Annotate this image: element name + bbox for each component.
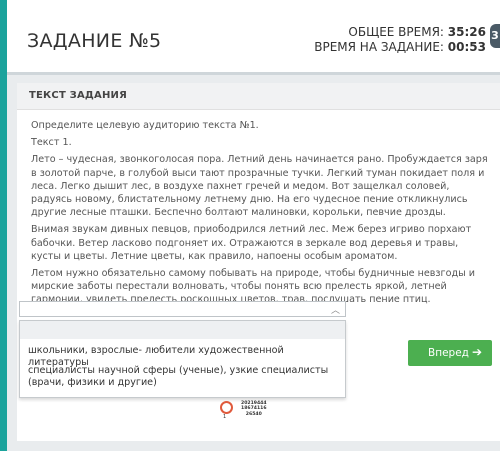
arrow-right-icon: ➔ xyxy=(471,345,482,359)
page-title: ЗАДАНИЕ №5 xyxy=(27,30,162,52)
paragraph-1: Лето – чудесная, звонкоголосая пора. Лет… xyxy=(31,154,488,219)
total-time: ОБЩЕЕ ВРЕМЯ: 35:26 xyxy=(314,25,486,40)
task-question: Определите целевую аудиторию текста №1. xyxy=(31,120,259,131)
timers: ОБЩЕЕ ВРЕМЯ: 35:26 ВРЕМЯ НА ЗАДАНИЕ: 00:… xyxy=(314,25,486,55)
answer-select[interactable]: ︿ xyxy=(19,301,346,317)
ring-icon xyxy=(220,401,233,414)
left-accent-bar xyxy=(0,0,7,451)
footer-small-number: 1 xyxy=(223,414,227,420)
next-button[interactable]: Вперед ➔ xyxy=(408,340,492,366)
page: ЗАДАНИЕ №5 ОБЩЕЕ ВРЕМЯ: 35:26 ВРЕМЯ НА З… xyxy=(0,0,500,451)
header-divider xyxy=(7,72,500,75)
answer-dropdown: школьники, взрослые- любители художестве… xyxy=(19,320,346,398)
dropdown-option-empty[interactable] xyxy=(20,321,345,339)
corner-menu-button[interactable]: 3 xyxy=(490,24,500,48)
header: ЗАДАНИЕ №5 ОБЩЕЕ ВРЕМЯ: 35:26 ВРЕМЯ НА З… xyxy=(7,0,500,72)
text-label: Текст 1. xyxy=(31,137,72,149)
task-time-value: 00:53 xyxy=(447,40,486,54)
footer-number-stack: 20219444 18674116 26540 xyxy=(241,401,267,417)
task-time: ВРЕМЯ НА ЗАДАНИЕ: 00:53 xyxy=(314,40,486,55)
chevron-up-icon[interactable]: ︿ xyxy=(331,303,340,316)
task-card: ТЕКСТ ЗАДАНИЯ Определите целевую аудитор… xyxy=(17,83,500,441)
footer-stack-line-3: 26540 xyxy=(245,411,262,417)
task-text: Определите целевую аудиторию текста №1. … xyxy=(31,119,491,311)
dropdown-option-2[interactable]: специалисты научной сферы (ученые), узки… xyxy=(28,365,338,389)
task-time-label: ВРЕМЯ НА ЗАДАНИЕ: xyxy=(314,40,444,54)
total-time-label: ОБЩЕЕ ВРЕМЯ: xyxy=(348,25,444,39)
next-button-label: Вперед xyxy=(428,347,469,359)
task-card-header: ТЕКСТ ЗАДАНИЯ xyxy=(17,83,500,110)
total-time-value: 35:26 xyxy=(447,25,486,39)
task-header-label: ТЕКСТ ЗАДАНИЯ xyxy=(29,90,127,101)
paragraph-2: Внимая звукам дивных певцов, приободрилс… xyxy=(31,224,472,262)
